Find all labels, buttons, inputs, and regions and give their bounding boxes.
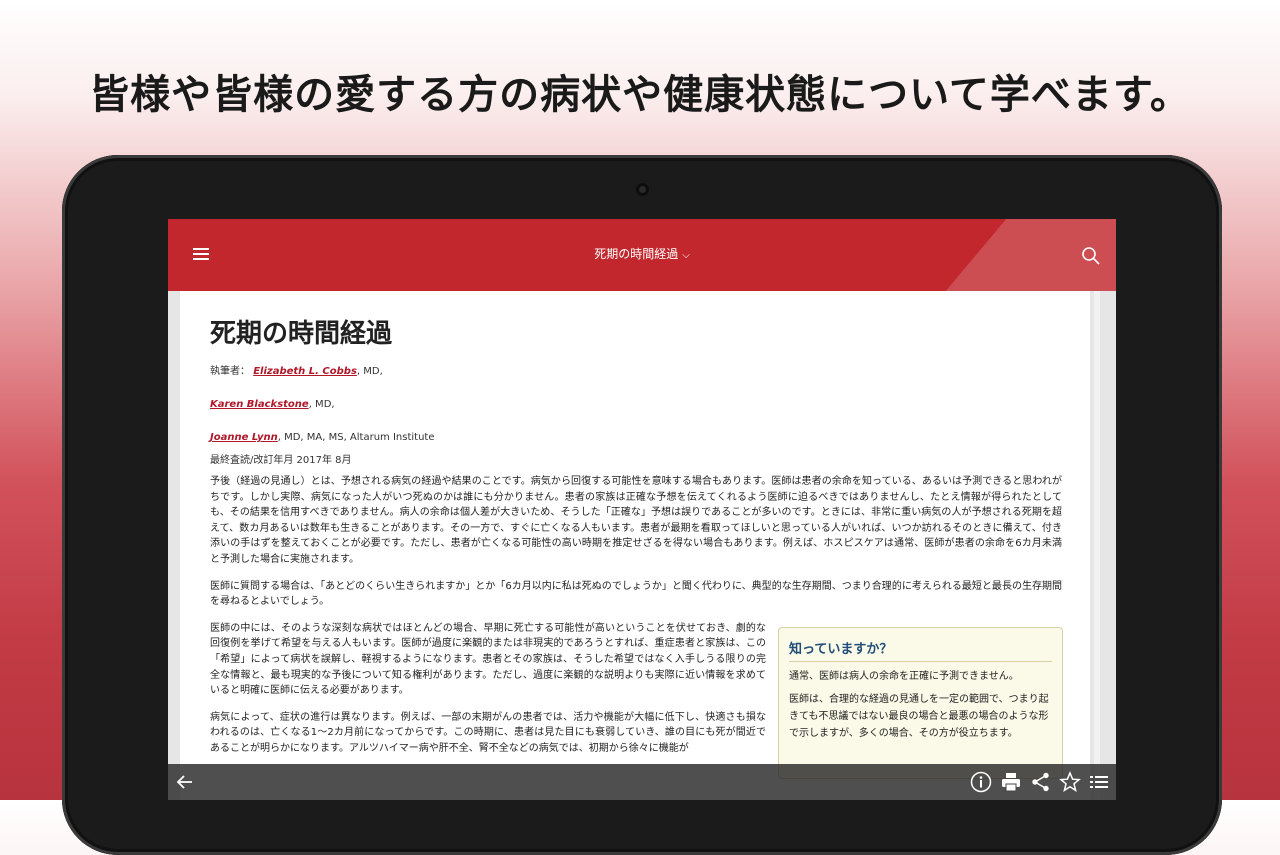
- paragraph-4: 病気によって、症状の進行は異なります。例えば、一部の末期がんの患者では、活力や機…: [210, 711, 766, 754]
- back-arrow-icon[interactable]: [174, 771, 196, 793]
- search-icon[interactable]: [1080, 245, 1102, 267]
- bottom-toolbar: [168, 764, 1116, 800]
- promo-headline: 皆様や皆様の愛する方の病状や健康状態について学べます。: [89, 72, 1191, 118]
- author-link-blackstone[interactable]: Karen Blackstone: [210, 399, 309, 410]
- app-bar: 死期の時間経過 ⌵: [168, 219, 1116, 291]
- article-content[interactable]: 死期の時間経過 執筆者： Elizabeth L. Cobbs, MD, Kar…: [180, 291, 1090, 800]
- share-icon[interactable]: [1030, 771, 1052, 793]
- scrollbar[interactable]: [1094, 291, 1100, 800]
- sidebox-line-2: 医師は、合理的な経過の見通しを一定の範囲で、つまり起きても不思議ではない最良の場…: [789, 693, 1049, 739]
- print-icon[interactable]: [1000, 771, 1022, 793]
- author-line-1: 執筆者： Elizabeth L. Cobbs, MD,: [210, 366, 383, 377]
- list-icon[interactable]: [1088, 771, 1110, 793]
- body-with-sidebox: 医師の中には、そのような深刻な病状ではほとんどの場合、早期に死亡する可能性が高い…: [210, 621, 1063, 779]
- author-line-3: Joanne Lynn, MD, MA, MS, Altarum Institu…: [210, 432, 435, 443]
- app-screen: 死期の時間経過 ⌵ 死期の時間経過 執筆者： Elizabeth L. Cobbs…: [168, 219, 1116, 800]
- info-icon[interactable]: [970, 771, 992, 793]
- sidebox-title: 知っていますか？: [789, 638, 1052, 662]
- star-icon[interactable]: [1059, 771, 1081, 793]
- paragraph-1: 予後（経過の見通し）とは、予想される病気の経過や結果のことです。病気から回復する…: [210, 476, 1062, 565]
- app-title: 死期の時間経過: [594, 247, 679, 261]
- chevron-down-icon: ⌵: [682, 250, 690, 261]
- author-link-lynn[interactable]: Joanne Lynn: [210, 432, 278, 443]
- did-you-know-box: 知っていますか？ 通常、医師は病人の余命を正確に予測できません。 医師は、合理的…: [778, 626, 1063, 779]
- review-date: 最終査読/改訂年月 2017年 8月: [210, 455, 352, 466]
- sidebox-line-1: 通常、医師は病人の余命を正確に予測できません。: [789, 670, 1019, 682]
- article-title: 死期の時間経過: [210, 319, 393, 349]
- topic-selector[interactable]: 死期の時間経過 ⌵: [168, 245, 1116, 262]
- paragraph-3: 医師の中には、そのような深刻な病状ではほとんどの場合、早期に死亡する可能性が高い…: [210, 622, 766, 697]
- author-link-cobbs[interactable]: Elizabeth L. Cobbs: [253, 366, 357, 377]
- author-line-2: Karen Blackstone, MD,: [210, 399, 335, 410]
- paragraph-2: 医師に質問する場合は、「あとどのくらい生きられますか」とか「6カ月以内に私は死ぬ…: [210, 580, 1062, 608]
- camera-icon: [636, 183, 649, 196]
